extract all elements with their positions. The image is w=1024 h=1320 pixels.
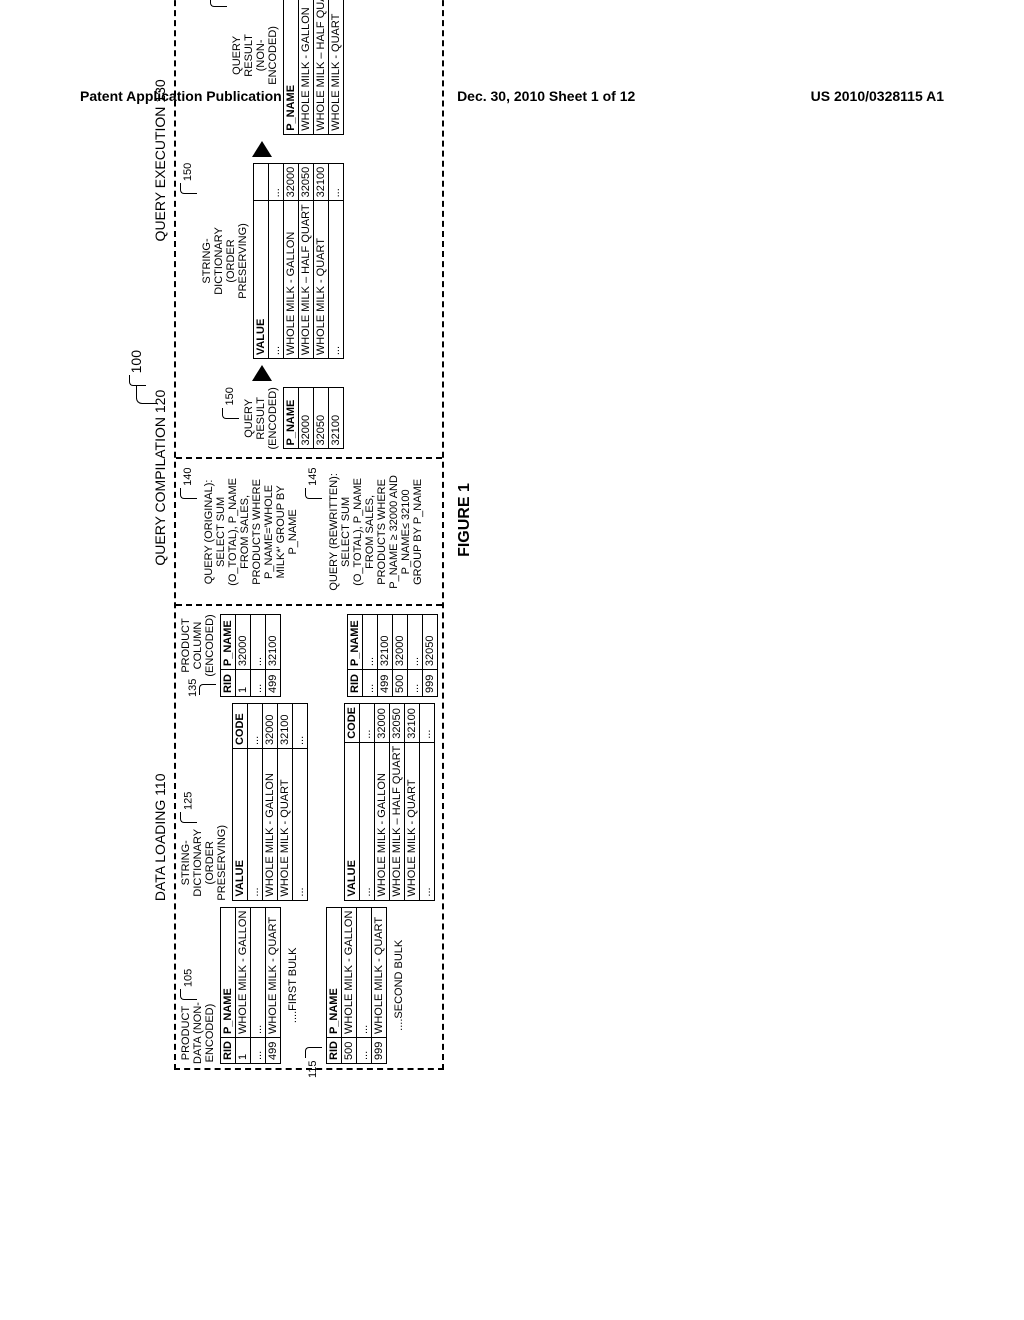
data-loading-section: PRODUCTDATA (NON-ENCODED) 105 RIDP_NAME … [180, 614, 438, 1064]
product-enc-title: PRODUCTCOLUMN(ENCODED) [180, 614, 216, 676]
product-enc-table-2: RIDP_NAME ...... 49932100 50032000 .....… [347, 614, 438, 697]
dashed-container: PRODUCTDATA (NON-ENCODED) 105 RIDP_NAME … [174, 0, 444, 1070]
ref-115: 115 [307, 1060, 319, 1078]
query-original: QUERY (ORIGINAL): SELECT SUM (O_TOTAL), … [199, 468, 303, 597]
query-rewritten: QUERY (REWRITTEN): SELECT SUM (O_TOTAL),… [324, 468, 428, 597]
dict-exec-title: STRING-DICTIONARY(ORDERPRESERVING) [201, 163, 249, 359]
string-dict-col: STRING-DICTIONARY(ORDERPRESERVING) 125 V… [180, 703, 435, 901]
ref-125: 125 [182, 792, 194, 810]
query-execution-section: 150 QUERYRESULT(ENCODED) P_NAME 32000 32… [180, 0, 438, 450]
divider-2 [176, 458, 442, 460]
string-dict-exec-col: 150 STRING-DICTIONARY(ORDERPRESERVING) V… [180, 163, 344, 359]
query-result-nonenc-table: P_NAME WHOLE MILK - GALLON WHOLE MILK – … [283, 0, 344, 135]
query-result-enc-table: P_NAME 32000 32050 32100 [283, 387, 344, 449]
query-result-nonencoded-col: 160 QUERYRESULT(NON-ENCODED) P_NAME WHOL… [210, 0, 344, 135]
query-result-encoded-col: 150 QUERYRESULT(ENCODED) P_NAME 32000 32… [222, 387, 344, 449]
divider-1 [176, 604, 442, 606]
arrow-icon-1 [252, 365, 272, 381]
ref-150b: 150 [182, 163, 194, 181]
ref-105: 105 [182, 969, 194, 987]
ref-140: 140 [182, 468, 194, 486]
figure-label: FIGURE 1 [456, 0, 474, 1070]
string-dict-table-1: VALUECODE ...... WHOLE MILK - GALLON3200… [232, 703, 308, 901]
ref-135: 135 [187, 679, 199, 697]
stage-query-execution: QUERY EXECUTION 130 [152, 0, 168, 351]
stage-data-loading: DATA LOADING 110 [152, 605, 168, 1070]
product-enc-table-1: RIDP_NAME 132000 ...... 49932100 [220, 614, 281, 697]
second-bulk-label: ....SECOND BULK [393, 907, 405, 1064]
product-nonenc-table-1: RIDP_NAME 1WHOLE MILK - GALLON ...... 49… [220, 907, 281, 1064]
product-nonencoded-col: PRODUCTDATA (NON-ENCODED) 105 RIDP_NAME … [180, 907, 407, 1064]
figure-content: 100 DATA LOADING 110 QUERY COMPILATION 1… [152, 0, 872, 1070]
qrne-title: QUERYRESULT(NON-ENCODED) [231, 0, 279, 135]
query-compilation-section: 140 QUERY (ORIGINAL): SELECT SUM (O_TOTA… [180, 468, 438, 597]
string-dict-title: STRING-DICTIONARY(ORDERPRESERVING) [180, 825, 228, 901]
product-nonenc-table-2: RIDP_NAME 500WHOLE MILK - GALLON ...... … [326, 907, 387, 1064]
qre-title: QUERYRESULT(ENCODED) [243, 387, 279, 449]
ref-150a: 150 [224, 387, 236, 405]
string-dict-table-2: VALUECODE ...... WHOLE MILK - GALLON3200… [344, 703, 435, 901]
first-bulk-label: ....FIRST BULK [287, 907, 299, 1064]
ref-100: 100 [128, 350, 146, 386]
dict-exec-table: VALUE ...... WHOLE MILK - GALLON32000 WH… [253, 163, 344, 359]
ref-145: 145 [307, 468, 319, 486]
arrow-icon-2 [252, 141, 272, 157]
product-encoded-col: 135 PRODUCTCOLUMN(ENCODED) RIDP_NAME 132… [180, 614, 438, 697]
stage-labels: 100 DATA LOADING 110 QUERY COMPILATION 1… [152, 0, 168, 1070]
product-nonenc-title: PRODUCTDATA (NON-ENCODED) [180, 1002, 216, 1064]
